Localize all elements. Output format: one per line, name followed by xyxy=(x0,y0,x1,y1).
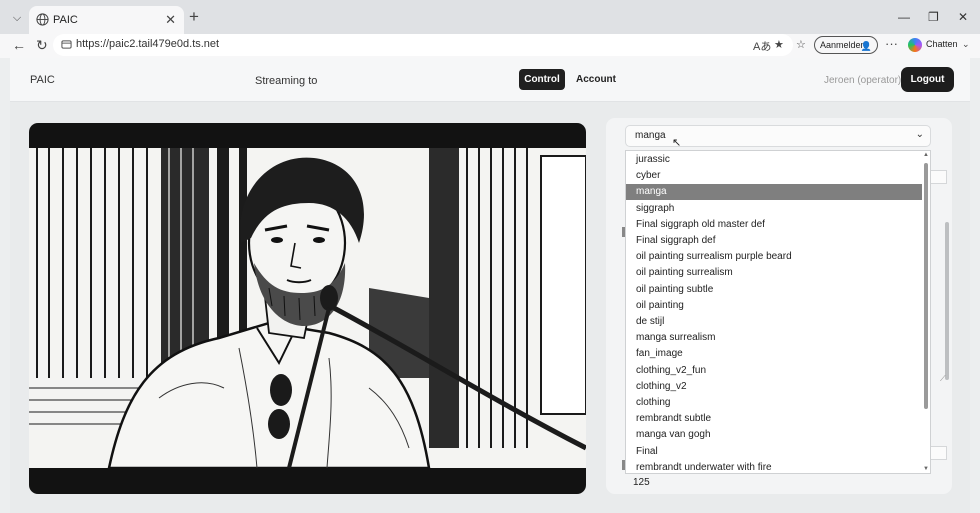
video-stream xyxy=(29,123,586,494)
favorites-icon[interactable]: ☆ xyxy=(796,38,806,51)
tab-title: PAIC xyxy=(53,14,78,26)
text-field[interactable] xyxy=(931,170,947,184)
address-bar-row: ← ↻ https://paic2.tail479e0d.ts.net Aあ ★… xyxy=(0,34,980,58)
maximize-icon[interactable]: ❐ xyxy=(928,10,939,24)
resize-grip-icon[interactable]: ⟋ xyxy=(940,374,946,384)
scroll-up-icon[interactable]: ▲ xyxy=(923,152,929,158)
more-options-icon[interactable]: ··· xyxy=(885,36,898,51)
back-icon[interactable]: ← xyxy=(12,37,26,53)
browser-tab[interactable]: PAIC ✕ xyxy=(29,6,184,34)
new-tab-icon[interactable]: + xyxy=(189,8,199,25)
style-select[interactable]: manga ⌄ xyxy=(625,125,931,147)
dropdown-option[interactable]: clothing xyxy=(626,395,922,411)
chat-label[interactable]: Chatten xyxy=(926,39,958,49)
dropdown-option[interactable]: oil painting subtle xyxy=(626,282,922,298)
dropdown-option[interactable]: jurassic xyxy=(626,152,922,168)
stream-frame-image xyxy=(29,148,586,468)
dropdown-option[interactable]: cyber xyxy=(626,168,922,184)
streaming-label: Streaming to xyxy=(255,75,318,87)
site-info-icon[interactable] xyxy=(61,39,72,50)
reload-icon[interactable]: ↻ xyxy=(36,37,48,54)
dropdown-option[interactable]: siggraph xyxy=(626,201,922,217)
dropdown-option[interactable]: de stijl xyxy=(626,314,922,330)
browser-tab-strip: ⌵ PAIC ✕ + — ❐ ✕ xyxy=(0,0,980,34)
scroll-down-icon[interactable]: ▼ xyxy=(923,466,929,472)
favorite-star-icon[interactable]: ★ xyxy=(774,38,784,51)
mouse-cursor-icon: ↖ xyxy=(672,137,682,149)
dropdown-option[interactable]: oil painting surrealism xyxy=(626,265,922,281)
dropdown-option[interactable]: manga van gogh xyxy=(626,427,922,443)
dropdown-option[interactable]: oil painting surrealism purple beard xyxy=(626,249,922,265)
dropdown-scrollbar[interactable] xyxy=(924,163,928,409)
person-icon: 👤 xyxy=(860,41,872,51)
globe-icon xyxy=(36,13,49,26)
translate-icon[interactable]: Aあ xyxy=(753,38,771,54)
sign-in-button[interactable]: Aanmelden 👤 xyxy=(814,36,878,54)
dropdown-option[interactable]: manga surrealism xyxy=(626,330,922,346)
number-value[interactable]: 125 xyxy=(633,477,650,488)
logout-button[interactable]: Logout xyxy=(901,67,954,92)
brand-title: PAIC xyxy=(30,74,55,86)
dropdown-option[interactable]: rembrandt subtle xyxy=(626,411,922,427)
copilot-icon[interactable] xyxy=(908,38,922,52)
tab-close-icon[interactable]: ✕ xyxy=(165,12,176,28)
close-window-icon[interactable]: ✕ xyxy=(958,10,968,24)
text-field[interactable] xyxy=(931,446,947,460)
style-select-value: manga xyxy=(635,130,666,141)
dropdown-option[interactable]: clothing_v2 xyxy=(626,379,922,395)
chevron-down-icon: ⌄ xyxy=(915,129,924,140)
dropdown-option[interactable]: rembrandt underwater with fire xyxy=(626,460,922,473)
sign-in-label: Aanmelden xyxy=(820,40,866,50)
dropdown-option[interactable]: oil painting xyxy=(626,298,922,314)
panel-scrollbar[interactable] xyxy=(945,222,949,380)
dropdown-option[interactable]: Final siggraph def xyxy=(626,233,922,249)
dropdown-option[interactable]: clothing_v2_fun xyxy=(626,363,922,379)
chevron-down-icon[interactable]: ⌄ xyxy=(962,39,970,50)
style-dropdown-list[interactable]: ▲ ▼ jurassic cyber manga siggraph Final sigg… xyxy=(625,150,931,474)
tab-list-chevron-icon[interactable]: ⌵ xyxy=(8,9,26,27)
app-header: PAIC Streaming to Control Account Jeroen… xyxy=(10,58,970,102)
minimize-icon[interactable]: — xyxy=(898,10,910,24)
user-label: Jeroen (operator) xyxy=(824,75,902,86)
dropdown-option[interactable]: fan_image xyxy=(626,346,922,362)
nav-account-button[interactable]: Account xyxy=(573,69,619,90)
nav-control-button[interactable]: Control xyxy=(519,69,565,90)
dropdown-option[interactable]: Final siggraph old master def xyxy=(626,217,922,233)
dropdown-option[interactable]: manga xyxy=(626,184,922,201)
url-bar[interactable]: https://paic2.tail479e0d.ts.net Aあ xyxy=(53,34,793,56)
dropdown-option[interactable]: Final xyxy=(626,444,922,460)
url-text[interactable]: https://paic2.tail479e0d.ts.net xyxy=(76,38,219,50)
